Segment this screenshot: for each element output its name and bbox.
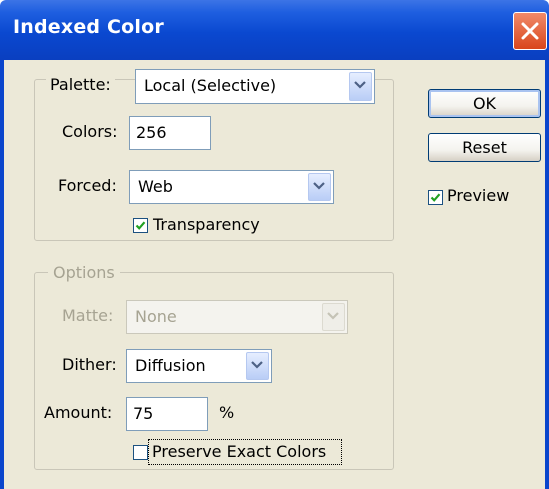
checkmark-icon bbox=[135, 221, 146, 230]
ok-button[interactable]: OK bbox=[428, 89, 541, 118]
preserve-exact-colors-label[interactable]: Preserve Exact Colors bbox=[152, 442, 326, 461]
transparency-checkbox[interactable] bbox=[133, 218, 148, 233]
dither-value: Diffusion bbox=[135, 356, 206, 375]
options-legend: Options bbox=[48, 263, 120, 282]
close-button[interactable] bbox=[513, 12, 547, 50]
preview-checkbox[interactable] bbox=[428, 190, 443, 205]
window-frame-right bbox=[545, 60, 549, 489]
window-title: Indexed Color bbox=[13, 16, 164, 38]
transparency-label[interactable]: Transparency bbox=[153, 215, 260, 234]
amount-input[interactable]: 75 bbox=[126, 397, 208, 431]
matte-select[interactable]: None bbox=[126, 300, 348, 334]
forced-label: Forced: bbox=[58, 176, 117, 195]
colors-input[interactable]: 256 bbox=[129, 116, 211, 150]
ok-label: OK bbox=[472, 94, 497, 113]
preview-label[interactable]: Preview bbox=[447, 186, 509, 205]
dither-label: Dither: bbox=[62, 355, 117, 374]
matte-label: Matte: bbox=[62, 306, 114, 325]
title-bar[interactable]: Indexed Color bbox=[0, 0, 549, 60]
colors-value: 256 bbox=[136, 123, 167, 142]
chevron-down-icon bbox=[349, 72, 372, 101]
reset-button[interactable]: Reset bbox=[428, 133, 541, 162]
colors-label: Colors: bbox=[62, 122, 118, 141]
amount-unit: % bbox=[219, 403, 235, 422]
chevron-down-icon bbox=[246, 352, 269, 380]
amount-value: 75 bbox=[133, 404, 154, 423]
reset-label: Reset bbox=[462, 138, 507, 157]
window-frame-left bbox=[0, 60, 4, 489]
close-icon bbox=[521, 22, 539, 40]
palette-select[interactable]: Local (Selective) bbox=[135, 69, 375, 104]
forced-select[interactable]: Web bbox=[129, 170, 334, 204]
indexed-color-dialog: Indexed Color Palette: Local (Selective)… bbox=[0, 0, 549, 489]
checkmark-icon bbox=[430, 193, 441, 202]
amount-label: Amount: bbox=[44, 403, 113, 422]
dither-select[interactable]: Diffusion bbox=[126, 349, 272, 383]
palette-value: Local (Selective) bbox=[144, 76, 277, 95]
matte-value: None bbox=[135, 307, 177, 326]
forced-value: Web bbox=[138, 177, 173, 196]
chevron-down-icon bbox=[322, 303, 345, 331]
palette-label: Palette: bbox=[46, 75, 115, 94]
chevron-down-icon bbox=[308, 173, 331, 201]
preserve-exact-colors-checkbox[interactable] bbox=[133, 445, 148, 460]
